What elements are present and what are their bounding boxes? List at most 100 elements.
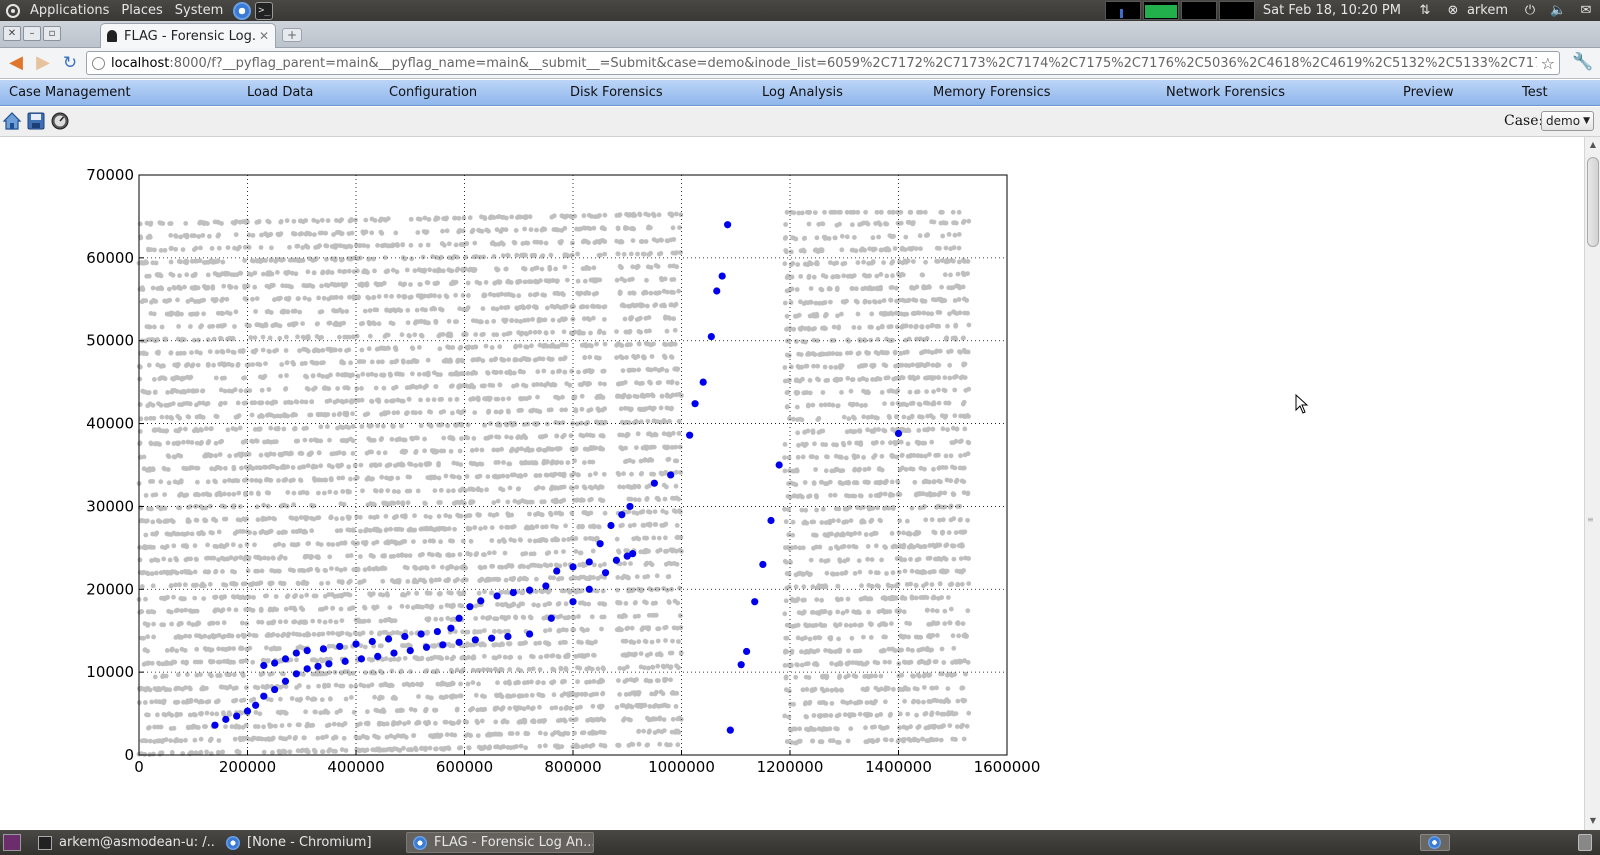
user-status-icon[interactable]: ⊗ — [1445, 3, 1461, 19]
background-point — [278, 373, 283, 379]
background-point — [636, 729, 641, 734]
background-point — [391, 553, 397, 559]
background-point — [618, 354, 623, 359]
wrench-menu-icon[interactable]: 🔧 — [1572, 52, 1593, 72]
background-point — [226, 477, 232, 483]
background-point — [384, 398, 389, 404]
background-point — [597, 381, 603, 386]
terminal-launcher-icon[interactable]: >_ — [255, 1, 274, 20]
background-point — [616, 472, 622, 477]
places-menu[interactable]: Places — [115, 3, 168, 18]
system-menu[interactable]: System — [169, 3, 229, 18]
background-point — [187, 633, 193, 639]
background-point — [654, 689, 659, 695]
background-point — [938, 209, 944, 215]
address-bar[interactable]: localhost:8000/f?__pyflag_parent=main&__… — [86, 51, 1560, 75]
background-point — [218, 492, 224, 498]
background-point — [934, 608, 940, 614]
background-point — [798, 274, 804, 279]
background-point — [597, 563, 603, 568]
background-point — [362, 308, 368, 314]
menu-memory-forensics[interactable]: Memory Forensics — [933, 85, 1051, 100]
forward-arrow-icon[interactable]: ▶ — [32, 52, 54, 74]
menu-case-management[interactable]: Case Management — [9, 85, 131, 100]
background-point — [151, 634, 157, 640]
background-point — [529, 343, 534, 349]
chromium-launcher-icon[interactable] — [233, 1, 252, 20]
ubuntu-logo-icon[interactable] — [6, 3, 20, 18]
maximize-window-icon[interactable]: ▫ — [43, 26, 61, 41]
background-point — [524, 693, 529, 698]
clock[interactable]: Sat Feb 18, 10:20 PM — [1263, 3, 1401, 18]
bookmark-star-icon[interactable]: ☆ — [1541, 54, 1555, 73]
memory-monitor-icon[interactable] — [1142, 1, 1179, 20]
background-point — [465, 681, 471, 687]
tab-close-icon[interactable]: ✕ — [259, 29, 269, 43]
applications-menu[interactable]: Applications — [24, 3, 115, 18]
menu-log-analysis[interactable]: Log Analysis — [762, 85, 843, 100]
user-name[interactable]: arkem — [1467, 3, 1508, 18]
background-point — [150, 583, 156, 589]
background-point — [295, 645, 301, 651]
background-point — [198, 749, 204, 755]
new-tab-button[interactable]: + — [282, 28, 302, 42]
minimize-window-icon[interactable]: – — [23, 26, 41, 41]
background-point — [588, 369, 594, 375]
background-point — [808, 557, 814, 563]
background-point — [206, 439, 212, 444]
menu-preview[interactable]: Preview — [1403, 85, 1454, 100]
menu-configuration[interactable]: Configuration — [389, 85, 477, 100]
background-point — [587, 354, 593, 360]
background-point — [644, 484, 650, 490]
background-point — [489, 590, 494, 596]
home-icon[interactable] — [2, 111, 22, 131]
background-point — [327, 437, 332, 443]
cpu-monitor-icon[interactable] — [1104, 1, 1141, 20]
background-point — [527, 511, 532, 517]
background-point — [304, 490, 310, 496]
background-point — [951, 556, 957, 562]
menu-test[interactable]: Test — [1522, 85, 1548, 100]
background-point — [183, 737, 188, 743]
background-point — [346, 464, 352, 470]
background-point — [438, 487, 444, 493]
background-point — [581, 730, 587, 735]
page-info-icon[interactable] — [92, 56, 105, 70]
browser-tab[interactable]: FLAG - Forensic Log... ✕ — [100, 23, 276, 48]
background-point — [636, 536, 642, 542]
background-point — [904, 402, 910, 408]
background-point — [626, 717, 632, 722]
save-icon[interactable] — [26, 111, 46, 131]
menu-network-forensics[interactable]: Network Forensics — [1166, 85, 1285, 100]
background-point — [911, 220, 916, 225]
case-select[interactable]: demo ▼ — [1541, 111, 1594, 131]
background-point — [215, 323, 221, 329]
background-point — [403, 734, 409, 740]
background-point — [893, 310, 899, 316]
background-point — [643, 239, 649, 244]
power-icon[interactable]: ⏻ — [1522, 3, 1538, 19]
background-point — [167, 557, 173, 563]
back-arrow-icon[interactable]: ◀ — [5, 52, 27, 74]
load-monitor-icon[interactable] — [1218, 1, 1255, 20]
gauge-icon[interactable] — [50, 111, 70, 131]
background-point — [833, 532, 839, 538]
background-point — [165, 467, 171, 472]
background-point — [386, 462, 392, 468]
background-point — [143, 493, 149, 498]
address-text[interactable]: localhost:8000/f?__pyflag_parent=main&__… — [111, 56, 1537, 71]
background-point — [534, 227, 539, 233]
mail-icon[interactable]: ✉ — [1578, 3, 1594, 19]
menu-disk-forensics[interactable]: Disk Forensics — [570, 85, 663, 100]
background-point — [354, 386, 360, 392]
menu-load-data[interactable]: Load Data — [247, 85, 313, 100]
background-point — [500, 396, 506, 402]
reload-icon[interactable]: ↻ — [59, 52, 81, 74]
background-point — [820, 390, 826, 395]
network-arrows-icon[interactable]: ⇅ — [1417, 3, 1433, 19]
background-point — [921, 285, 926, 291]
close-window-icon[interactable]: ✕ — [3, 26, 21, 41]
volume-icon[interactable]: 🔈 — [1550, 3, 1566, 19]
background-point — [598, 484, 603, 489]
network-monitor-icon[interactable] — [1180, 1, 1217, 20]
